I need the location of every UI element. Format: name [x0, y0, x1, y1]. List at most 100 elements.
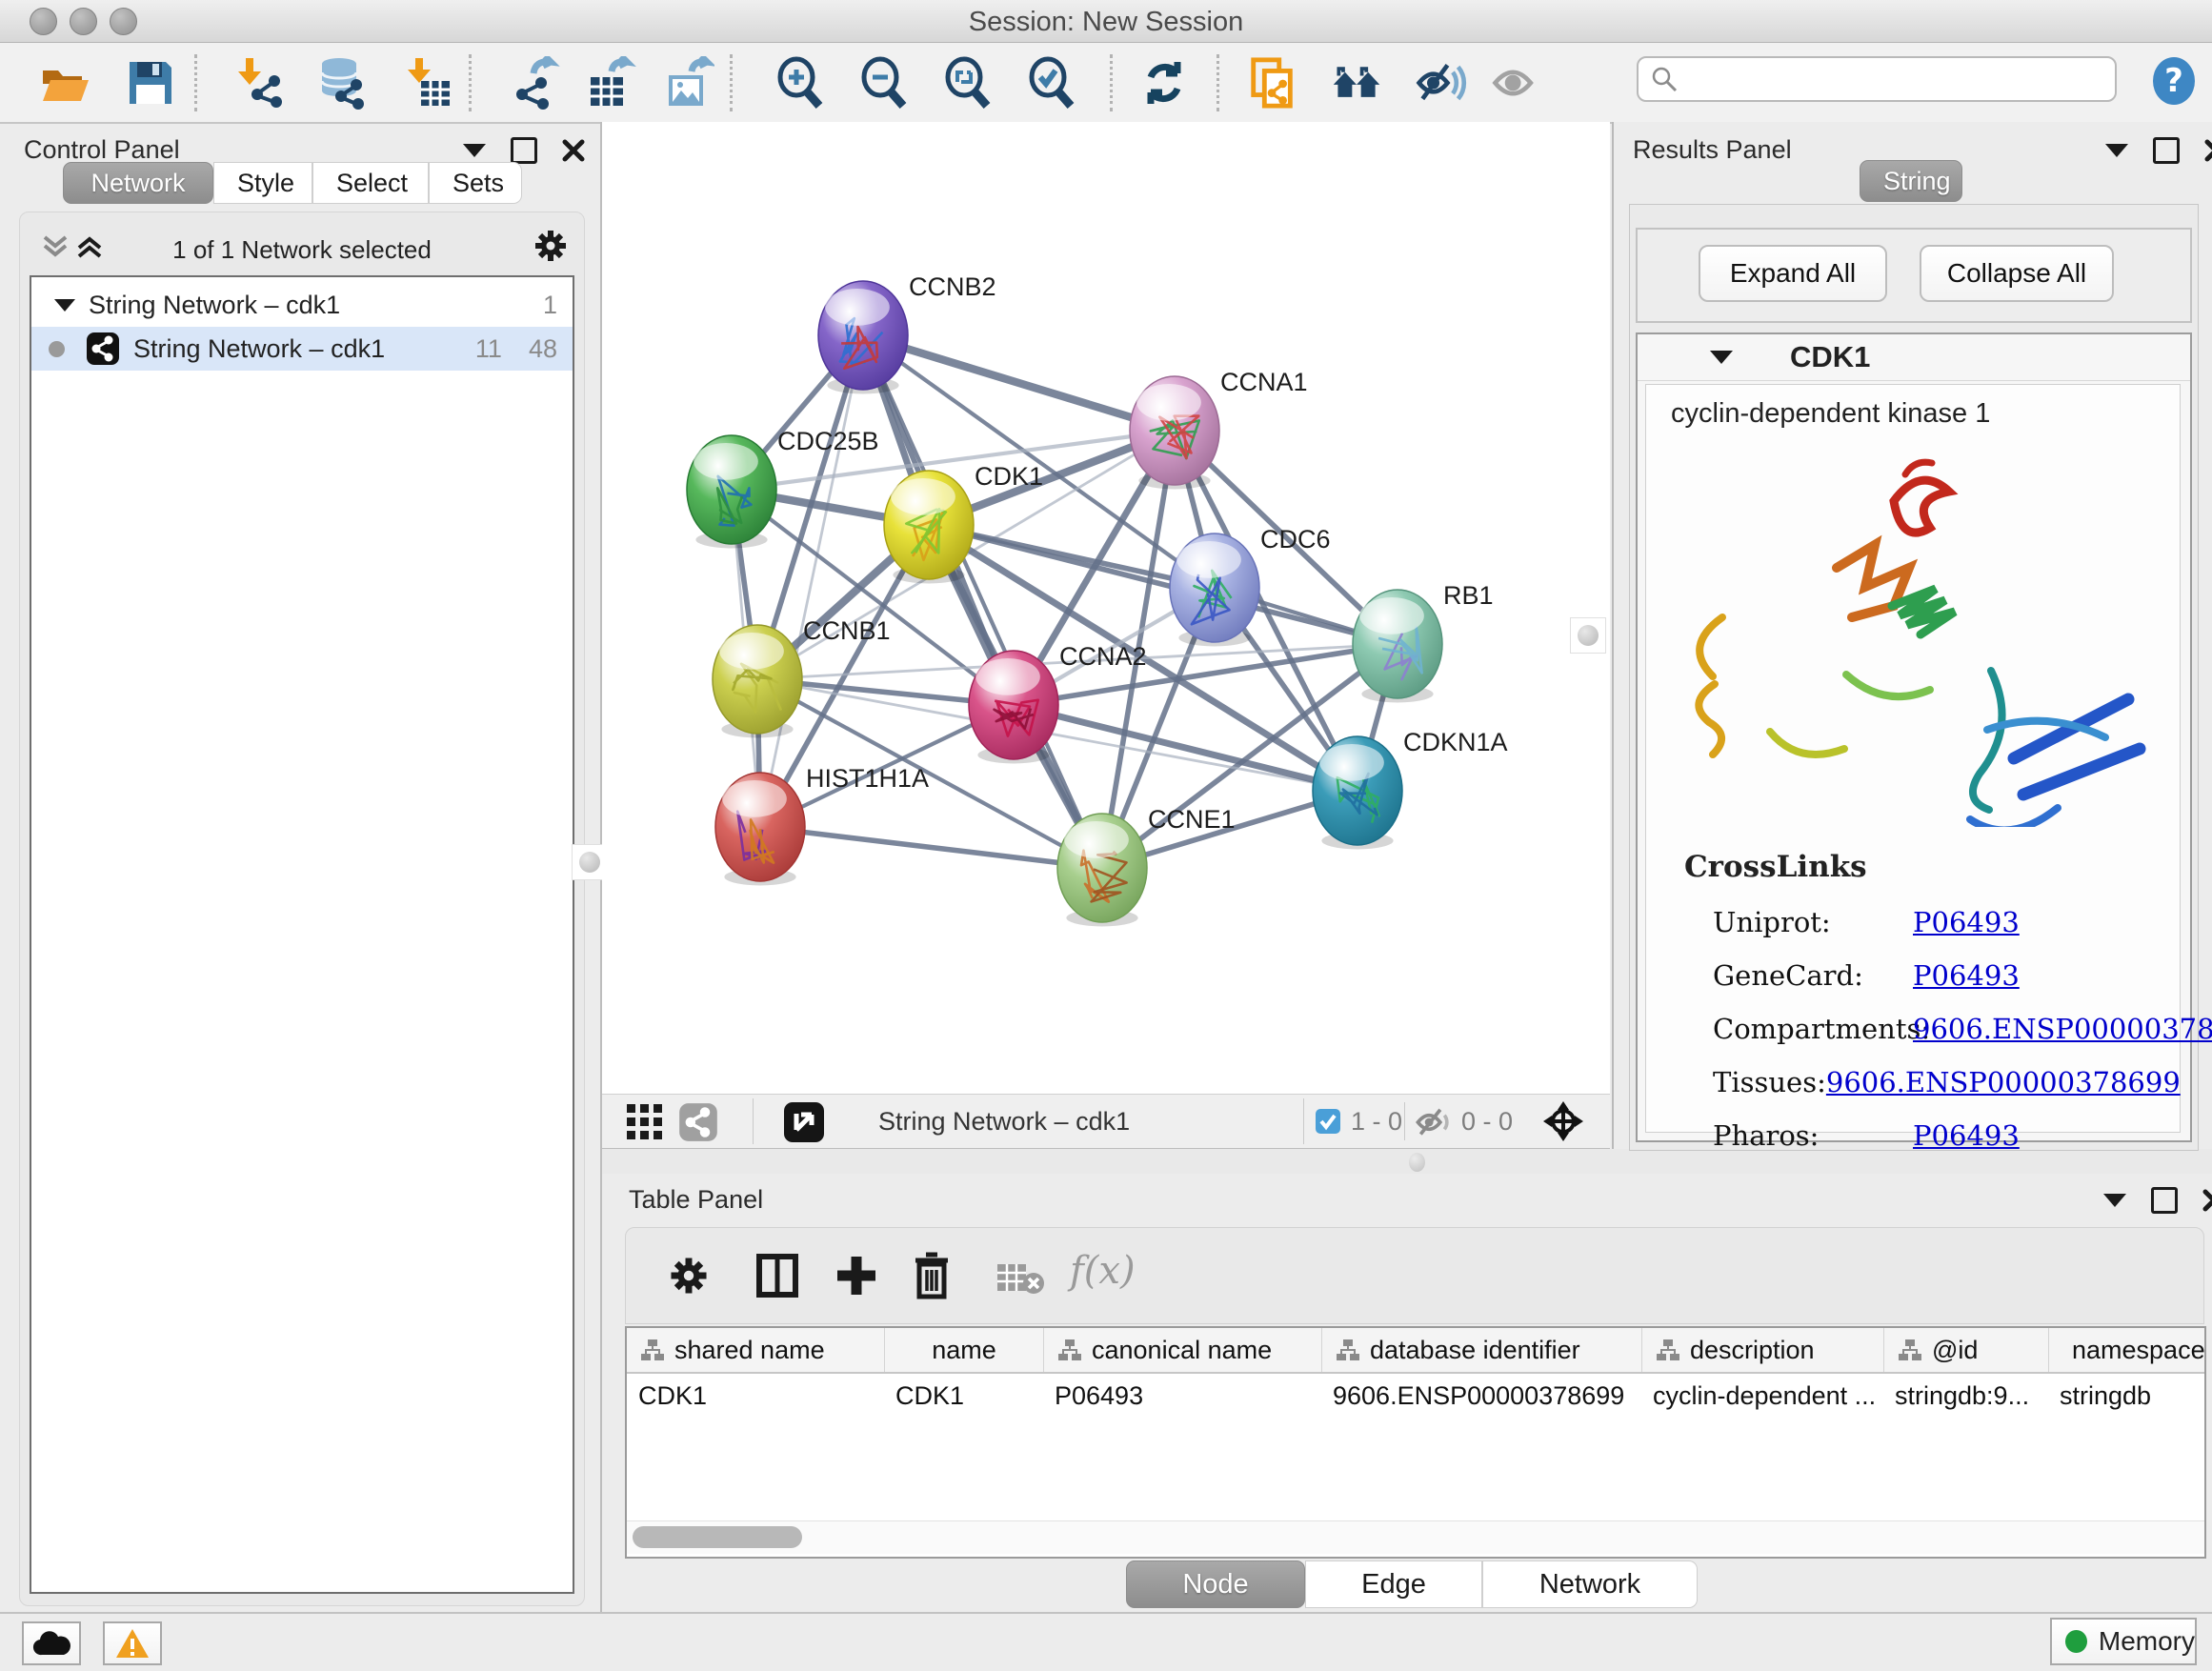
panel-float-icon[interactable] [2151, 1187, 2178, 1214]
table-cell[interactable]: CDK1 [895, 1372, 1039, 1419]
memory-button[interactable]: Memory [2050, 1618, 2197, 1665]
tab-sets[interactable]: Sets [429, 162, 522, 204]
delete-column-icon[interactable] [910, 1251, 954, 1300]
network-edge[interactable] [760, 827, 1102, 868]
panel-menu-icon[interactable] [2103, 1194, 2126, 1207]
column-header[interactable]: database identifier [1321, 1328, 1641, 1372]
network-edge[interactable] [863, 335, 1175, 431]
save-session-button[interactable] [124, 56, 177, 110]
expand-all-button[interactable]: Expand All [1699, 245, 1887, 302]
warning-status-button[interactable] [103, 1621, 162, 1665]
hidden-eye-icon[interactable] [1414, 1106, 1456, 1138]
export-image-button[interactable] [661, 56, 714, 110]
network-node[interactable]: CDKN1A [1313, 728, 1508, 849]
column-header[interactable]: shared name [627, 1328, 884, 1372]
table-cell[interactable]: CDK1 [638, 1372, 880, 1419]
show-hidden-button[interactable] [1488, 56, 1541, 110]
show-all-networks-button[interactable] [1330, 56, 1383, 110]
scrollbar-thumb[interactable] [633, 1526, 802, 1548]
panel-close-icon[interactable] [2202, 1189, 2212, 1212]
tab-edge-table[interactable]: Edge Table [1305, 1560, 1482, 1608]
network-label: String Network – cdk1 [133, 334, 385, 364]
entry-expander-icon[interactable] [1710, 351, 1733, 364]
panel-close-icon[interactable] [2204, 139, 2212, 162]
tab-network[interactable]: Network [63, 162, 213, 204]
zoom-in-icon [774, 56, 827, 110]
column-header[interactable]: description [1641, 1328, 1883, 1372]
horizontal-splitter-handle[interactable] [1409, 1153, 1425, 1172]
import-table-icon [400, 56, 453, 110]
table-cell[interactable]: 9606.ENSP00000378699 [1333, 1372, 1638, 1419]
zoom-selected-button[interactable] [1025, 56, 1078, 110]
tab-node-table[interactable]: Node Table [1126, 1560, 1305, 1608]
column-header[interactable]: canonical name [1043, 1328, 1321, 1372]
add-column-icon[interactable] [834, 1253, 879, 1299]
tree-expander-icon[interactable] [54, 299, 75, 312]
gear-icon[interactable] [533, 228, 569, 264]
network-node[interactable]: RB1 [1353, 581, 1494, 702]
crosslink-row: Pharos:P06493 [1713, 1109, 2161, 1162]
import-network-button[interactable] [232, 56, 286, 110]
network-mode-icon[interactable] [678, 1102, 718, 1142]
hide-selected-button[interactable] [1414, 56, 1467, 110]
table-cell[interactable]: cyclin-dependent ... [1653, 1372, 1880, 1419]
column-header[interactable]: namespace [2048, 1328, 2204, 1372]
table-gear-icon[interactable] [668, 1255, 710, 1297]
panel-float-icon[interactable] [511, 137, 537, 164]
crosslink-value[interactable]: P06493 [1913, 906, 2020, 938]
export-table-button[interactable] [583, 56, 636, 110]
column-header[interactable]: name [884, 1328, 1043, 1372]
grid-mode-icon[interactable] [625, 1102, 665, 1142]
apply-layout-button[interactable] [1137, 56, 1191, 110]
selected-checkbox-icon[interactable] [1315, 1108, 1341, 1135]
network-row-selected[interactable]: String Network – cdk1 11 48 [31, 327, 573, 371]
right-splitter-handle[interactable] [1570, 617, 1606, 654]
network-node[interactable]: CDC6 [1170, 525, 1331, 646]
zoom-in-button[interactable] [774, 56, 827, 110]
panel-menu-icon[interactable] [2105, 144, 2128, 157]
table-cell[interactable]: stringdb [2060, 1372, 2201, 1419]
select-columns-icon[interactable] [755, 1253, 799, 1299]
panel-close-icon[interactable] [562, 139, 585, 162]
zoom-out-button[interactable] [857, 56, 911, 110]
import-network-icon [232, 56, 286, 110]
crosslink-value[interactable]: P06493 [1913, 1119, 2020, 1152]
network-canvas[interactable]: CCNB2CCNA1CDC25BCDK1CDC6RB1CCNB1CCNA2CDK… [602, 122, 1610, 1094]
table-row[interactable]: CDK1 CDK1 P06493 9606.ENSP00000378699 cyclin… [627, 1372, 2204, 1419]
table-horizontal-scrollbar[interactable] [627, 1520, 2204, 1554]
network-node[interactable]: HIST1H1A [715, 764, 929, 885]
table-cell[interactable]: P06493 [1055, 1372, 1317, 1419]
cloud-status-button[interactable] [22, 1621, 81, 1665]
search-input[interactable] [1679, 64, 2101, 95]
entry-header[interactable]: CDK1 [1638, 334, 2190, 381]
import-table-button[interactable] [400, 56, 453, 110]
export-network-button[interactable] [507, 56, 560, 110]
detach-view-icon[interactable] [783, 1101, 825, 1143]
network-node[interactable]: CCNB2 [818, 272, 996, 393]
table-cell[interactable]: stringdb:9... [1895, 1372, 2044, 1419]
network-node[interactable]: CCNE1 [1057, 805, 1236, 926]
control-panel-title: Control Panel [24, 135, 180, 165]
open-session-button[interactable] [38, 56, 91, 110]
panel-float-icon[interactable] [2153, 137, 2180, 164]
import-network-from-database-button[interactable] [314, 56, 368, 110]
help-button[interactable]: ? [2149, 56, 2199, 111]
crosslink-row: Uniprot:P06493 [1713, 896, 2161, 949]
fit-selection-crosshair-icon[interactable] [1541, 1099, 1585, 1143]
entry-name: CDK1 [1790, 340, 1870, 374]
crosslink-value[interactable]: P06493 [1913, 959, 2020, 992]
tab-string[interactable]: String [1860, 160, 1962, 202]
tab-style[interactable]: Style [213, 162, 312, 204]
tab-select[interactable]: Select [312, 162, 429, 204]
collapse-all-button[interactable]: Collapse All [1920, 245, 2114, 302]
network-edge[interactable] [760, 335, 863, 827]
tab-network-table[interactable]: Network Table [1482, 1560, 1698, 1608]
panel-menu-icon[interactable] [463, 144, 486, 157]
zoom-fit-button[interactable] [941, 56, 995, 110]
copy-network-button[interactable] [1246, 56, 1299, 110]
network-collection-row[interactable]: String Network – cdk1 1 [31, 283, 573, 327]
crosslink-value[interactable]: 9606.ENSP00000378699 [1913, 1013, 2212, 1045]
column-header[interactable]: @id [1883, 1328, 2048, 1372]
crosslink-value[interactable]: 9606.ENSP00000378699 [1826, 1066, 2181, 1098]
memory-label: Memory [2099, 1626, 2195, 1657]
